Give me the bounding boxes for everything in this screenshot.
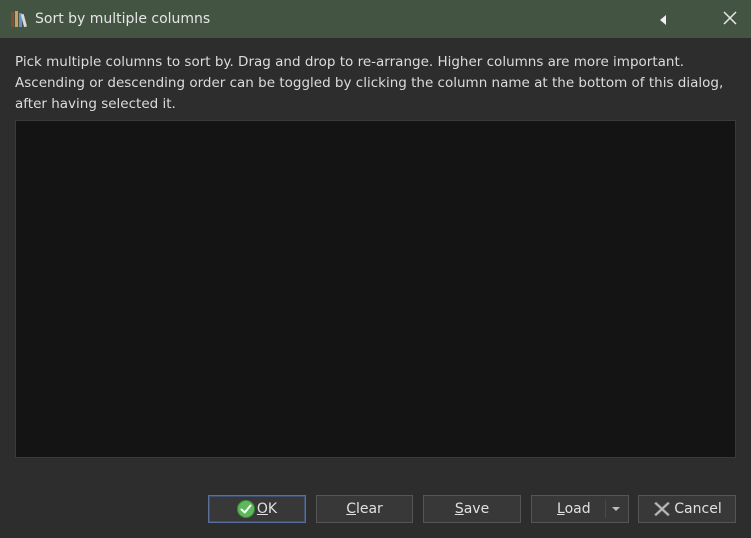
instructions-line: Pick multiple columns to sort by. Drag a… [15, 54, 685, 70]
close-button[interactable] [717, 6, 743, 32]
load-button[interactable]: Load [531, 495, 629, 523]
collapse-button[interactable] [650, 6, 676, 32]
cancel-button[interactable]: Cancel [638, 495, 736, 523]
cancel-label: Cancel [674, 501, 722, 517]
clear-button[interactable]: Clear [316, 495, 413, 523]
x-icon [652, 499, 672, 519]
chevron-down-icon[interactable] [612, 507, 620, 511]
instructions-line: after having selected it. [15, 96, 176, 112]
sort-dialog: Sort by multiple columns Pick multiple c… [0, 0, 751, 538]
clear-label: Clear [346, 501, 383, 517]
close-icon [723, 10, 737, 29]
title-bar: Sort by multiple columns [0, 0, 751, 38]
load-label: Load [557, 501, 591, 517]
window-title: Sort by multiple columns [35, 11, 211, 27]
ok-label: OK [256, 501, 278, 517]
sort-columns-list[interactable] [15, 120, 736, 458]
load-divider [605, 500, 606, 518]
ok-button[interactable]: OK [208, 495, 306, 523]
save-button[interactable]: Save [423, 495, 521, 523]
instructions: Pick multiple columns to sort by. Drag a… [15, 52, 735, 115]
save-label: Save [454, 501, 490, 517]
triangle-left-icon [659, 10, 667, 29]
instructions-line: Ascending or descending order can be tog… [15, 75, 724, 91]
books-icon [10, 9, 30, 29]
check-circle-icon [236, 500, 255, 518]
